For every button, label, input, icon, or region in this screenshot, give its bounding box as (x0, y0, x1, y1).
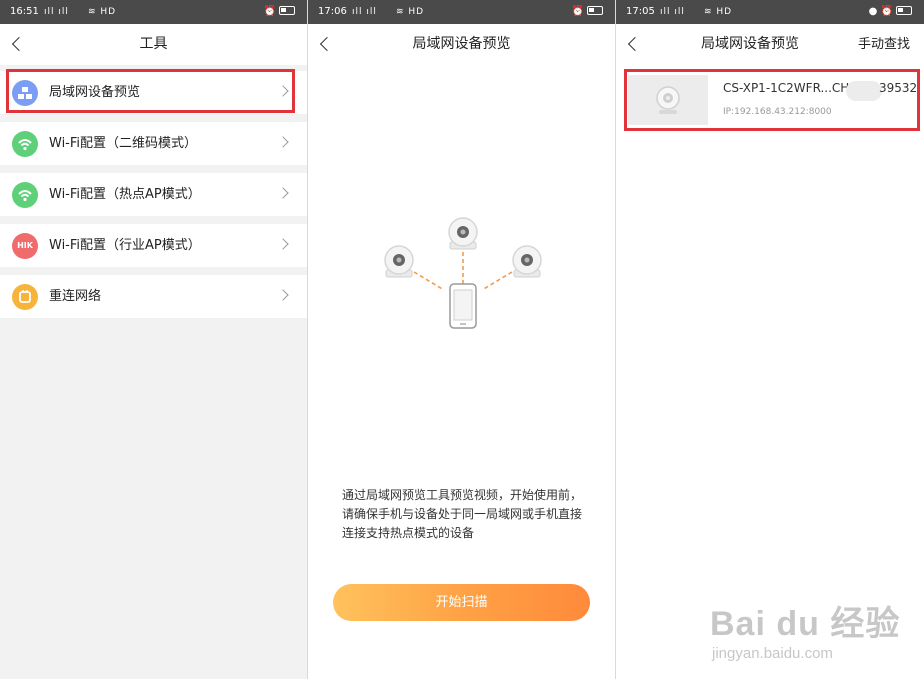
menu-item-wifi-hotspot[interactable]: Wi-Fi配置（热点AP模式） (0, 173, 307, 216)
menu-item-label: Wi-Fi配置（二维码模式） (49, 136, 198, 151)
nav-bar: 局域网设备预览 (308, 24, 615, 65)
status-bar: 17:06 ıll ıll ≋ HD ⏰ (308, 0, 615, 24)
menu-item-label: 重连网络 (49, 289, 102, 304)
status-bar: 17:05 ıll ıll ≋ HD ● ⏰ (616, 0, 924, 24)
status-time: 16:51 (10, 6, 39, 17)
hik-icon: HIK (12, 233, 38, 259)
page-title: 局域网设备预览 (412, 36, 511, 52)
status-bar: 16:51 ıll ıll ≋ HD ⏰ (0, 0, 307, 24)
wifi-status-icon: ≋ HD (88, 7, 117, 17)
menu-item-label: Wi-Fi配置（热点AP模式） (49, 187, 201, 202)
menu-item-wifi-industry[interactable]: HIK Wi-Fi配置（行业AP模式） (0, 224, 307, 267)
lan-preview-intro-panel: 17:06 ıll ıll ≋ HD ⏰ 局域网设备预览 通过局域网预览工具预览… (308, 0, 615, 679)
camera-icon (512, 245, 542, 278)
menu-item-reconnect[interactable]: 重连网络 (0, 275, 307, 318)
signal-icon: ıll ıll (44, 7, 69, 17)
alarm-battery-icons: ⏰ (264, 0, 295, 24)
phone-icon (449, 283, 477, 329)
signal-icon: ıll ıll (660, 7, 685, 17)
chevron-right-icon (277, 238, 289, 250)
location-alarm-battery-icons: ● ⏰ (869, 0, 912, 24)
device-list-panel: 17:05 ıll ıll ≋ HD ● ⏰ 局域网设备预览 手动查找 CS-X… (616, 0, 924, 679)
lan-illustration (384, 217, 542, 329)
manual-search-button[interactable]: 手动查找 (858, 24, 910, 65)
nav-bar: 局域网设备预览 手动查找 (616, 24, 924, 65)
status-time: 17:05 (626, 6, 655, 17)
signal-icon: ıll ıll (352, 7, 377, 17)
highlight-box (6, 69, 295, 113)
camera-icon (448, 217, 478, 250)
highlight-box (624, 69, 920, 131)
alarm-battery-icons: ⏰ (572, 0, 603, 24)
wifi-status-icon: ≋ HD (704, 7, 733, 17)
menu-item-label: Wi-Fi配置（行业AP模式） (49, 238, 201, 253)
start-scan-button[interactable]: 开始扫描 (333, 584, 590, 621)
chevron-right-icon (277, 289, 289, 301)
page-title: 局域网设备预览 (701, 36, 799, 52)
status-time: 17:06 (318, 6, 347, 17)
baidu-watermark: Bai du 经验 jingyan.baidu.com (710, 605, 901, 662)
nav-bar: 工具 (0, 24, 307, 65)
chevron-right-icon (277, 187, 289, 199)
wifi-icon (12, 182, 38, 208)
intro-description: 通过局域网预览工具预览视频，开始使用前，请确保手机与设备处于同一局域网或手机直接… (342, 488, 583, 540)
tools-panel: 16:51 ıll ıll ≋ HD ⏰ 工具 局域网设备预览 Wi-Fi配置（… (0, 0, 307, 679)
camera-icon (384, 245, 414, 278)
wifi-icon (12, 131, 38, 157)
menu-item-wifi-qr[interactable]: Wi-Fi配置（二维码模式） (0, 122, 307, 165)
page-title: 工具 (139, 36, 168, 52)
reconnect-icon (12, 284, 38, 310)
chevron-right-icon (277, 136, 289, 148)
wifi-status-icon: ≋ HD (396, 7, 425, 17)
